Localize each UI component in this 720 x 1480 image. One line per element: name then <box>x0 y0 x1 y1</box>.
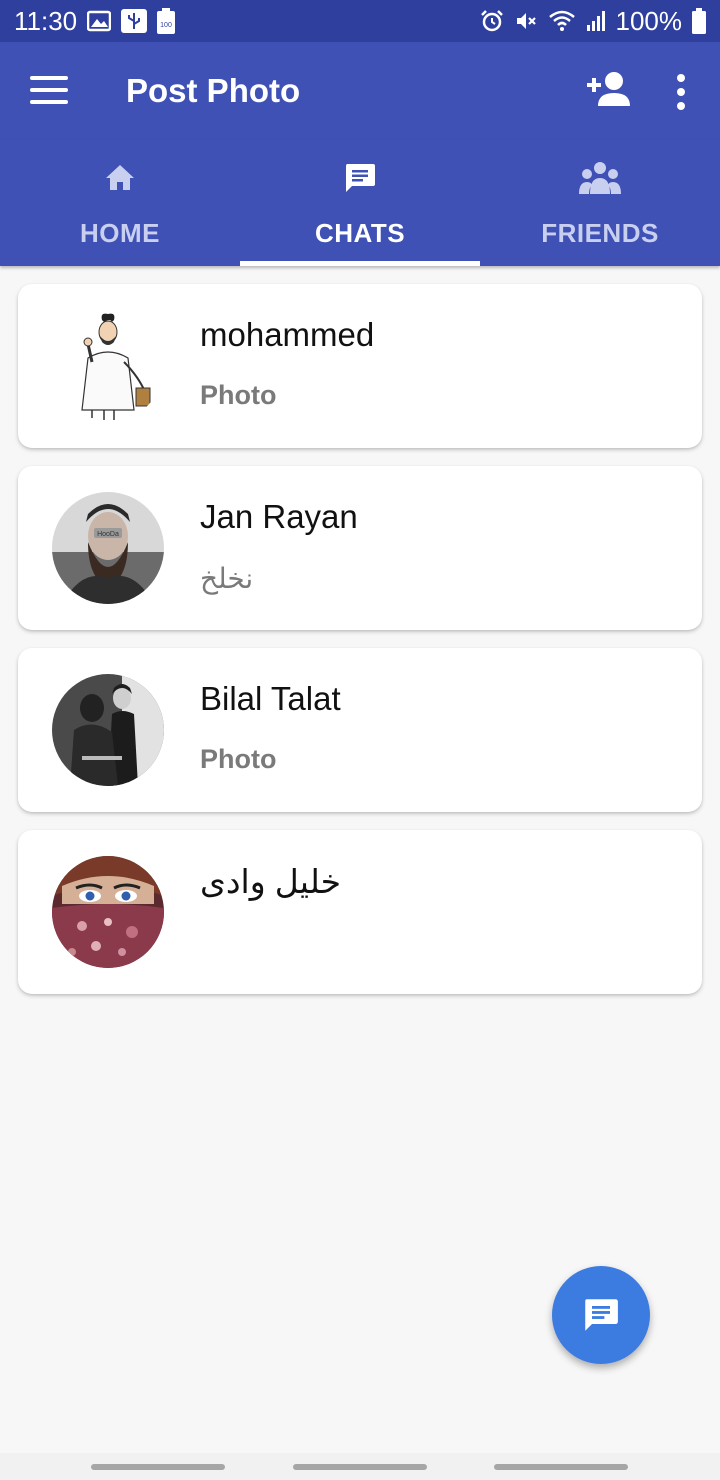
chat-name: Jan Rayan <box>200 498 358 535</box>
more-vert-icon[interactable] <box>670 72 692 112</box>
battery-saver-level: 100 <box>160 22 172 29</box>
app-bar: Post Photo <box>0 42 720 140</box>
wifi-icon <box>548 9 576 33</box>
tab-bar: HOME CHATS FRIENDS <box>0 140 720 266</box>
tab-friends-label: FRIENDS <box>541 218 659 248</box>
chat-last-message: Photo <box>200 380 277 410</box>
chat-item[interactable]: HooDa Jan Rayan نخلخ <box>18 466 702 630</box>
tab-home[interactable]: HOME <box>0 140 240 266</box>
gallery-icon <box>87 10 112 32</box>
status-left: 11:30 100 <box>14 5 176 37</box>
nav-home-button[interactable] <box>293 1464 427 1470</box>
chat-item[interactable]: Bilal Talat Photo <box>18 648 702 812</box>
chat-item[interactable]: mohammed Photo <box>18 284 702 448</box>
mute-icon <box>514 9 538 33</box>
avatar <box>52 310 164 422</box>
tab-chats[interactable]: CHATS <box>240 140 480 266</box>
tab-selected-indicator <box>240 261 480 266</box>
message-icon <box>583 1297 619 1333</box>
system-nav-bar <box>0 1453 720 1480</box>
app-title: Post Photo <box>126 72 301 109</box>
chat-last-message: نخلخ <box>200 563 254 594</box>
avatar: HooDa <box>52 492 164 604</box>
chat-name: Bilal Talat <box>200 680 341 717</box>
tab-chats-label: CHATS <box>314 218 406 248</box>
new-message-button[interactable] <box>552 1266 650 1364</box>
add-friend-icon[interactable] <box>584 70 632 110</box>
avatar <box>52 856 164 968</box>
signal-icon <box>586 9 606 33</box>
battery-icon <box>692 8 706 34</box>
chat-name: mohammed <box>200 316 375 353</box>
chat-item[interactable]: خليل وادى <box>18 830 702 994</box>
chat-name: خليل وادى <box>200 863 342 900</box>
chat-icon <box>344 160 376 196</box>
battery-percent: 100% <box>615 5 683 36</box>
menu-icon[interactable] <box>30 76 68 104</box>
status-time: 11:30 <box>14 5 78 36</box>
nav-recents-button[interactable] <box>91 1464 225 1470</box>
tab-friends[interactable]: FRIENDS <box>480 140 720 266</box>
nav-back-button[interactable] <box>494 1464 628 1470</box>
group-icon <box>578 160 622 196</box>
usb-icon <box>121 9 148 33</box>
battery-saver-icon: 100 <box>157 8 176 34</box>
alarm-icon <box>480 9 504 33</box>
tab-home-label: HOME <box>80 218 160 248</box>
status-bar: 11:30 100 100% <box>0 0 720 42</box>
avatar <box>52 674 164 786</box>
home-icon <box>105 160 135 196</box>
status-right: 100% <box>480 5 706 37</box>
avatar-watermark: HooDa <box>97 531 119 538</box>
chat-last-message: Photo <box>200 744 277 774</box>
